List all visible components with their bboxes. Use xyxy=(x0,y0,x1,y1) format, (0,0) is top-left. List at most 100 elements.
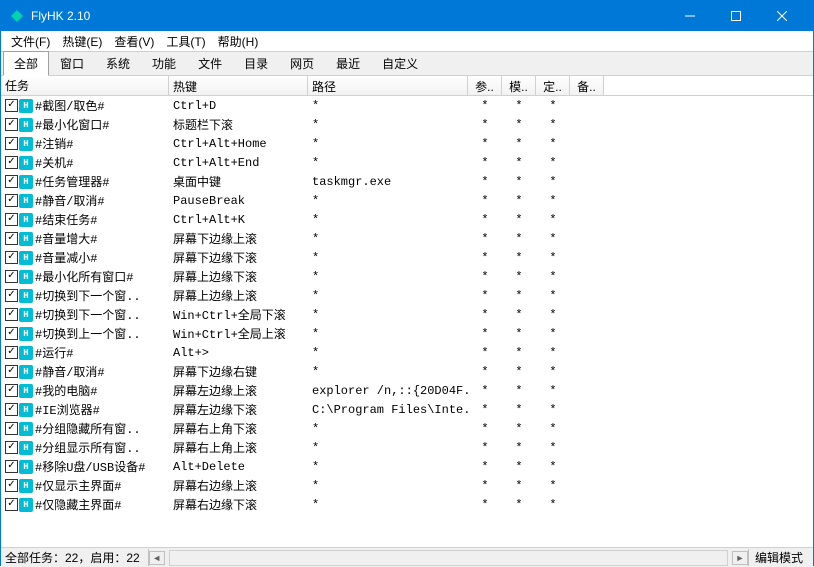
menu-item-1[interactable]: 热键(E) xyxy=(56,31,108,52)
cell-path: * xyxy=(308,194,468,208)
hotkey-icon xyxy=(19,479,33,493)
table-row[interactable]: #注销#Ctrl+Alt+Home**** xyxy=(1,134,813,153)
minimize-button[interactable] xyxy=(667,1,713,31)
task-label: #分组隐藏所有窗.. xyxy=(35,420,141,437)
column-hotkey[interactable]: 热键 xyxy=(169,76,308,95)
close-button[interactable] xyxy=(759,1,805,31)
cell-custom: * xyxy=(536,365,570,379)
table-row[interactable]: #结束任务#Ctrl+Alt+K**** xyxy=(1,210,813,229)
table-row[interactable]: #静音/取消#屏幕下边缘右键**** xyxy=(1,362,813,381)
titlebar[interactable]: FlyHK 2.10 xyxy=(1,1,813,31)
cell-param: * xyxy=(468,289,502,303)
table-row[interactable]: #最小化窗口#标题栏下滚**** xyxy=(1,115,813,134)
column-remark[interactable]: 备.. xyxy=(570,76,604,95)
checkbox-icon[interactable] xyxy=(5,232,18,245)
task-label: #音量减小# xyxy=(35,249,97,266)
checkbox-icon[interactable] xyxy=(5,441,18,454)
scroll-right-arrow[interactable]: ► xyxy=(732,551,748,565)
table-row[interactable]: #IE浏览器#屏幕左边缘下滚C:\Program Files\Inte..*** xyxy=(1,400,813,419)
table-row[interactable]: #音量增大#屏幕下边缘上滚**** xyxy=(1,229,813,248)
checkbox-icon[interactable] xyxy=(5,137,18,150)
cell-custom: * xyxy=(536,289,570,303)
tab-2[interactable]: 系统 xyxy=(95,51,141,76)
checkbox-icon[interactable] xyxy=(5,460,18,473)
checkbox-icon[interactable] xyxy=(5,479,18,492)
column-task[interactable]: 任务 xyxy=(1,76,169,95)
menu-item-4[interactable]: 帮助(H) xyxy=(212,31,265,52)
table-row[interactable]: #截图/取色#Ctrl+D**** xyxy=(1,96,813,115)
menu-item-0[interactable]: 文件(F) xyxy=(5,31,56,52)
cell-mode: * xyxy=(502,422,536,436)
table-row[interactable]: #分组隐藏所有窗..屏幕右上角下滚**** xyxy=(1,419,813,438)
cell-path: * xyxy=(308,365,468,379)
table-row[interactable]: #我的电脑#屏幕左边缘上滚explorer /n,::{20D04F..*** xyxy=(1,381,813,400)
tab-7[interactable]: 最近 xyxy=(325,51,371,76)
checkbox-icon[interactable] xyxy=(5,175,18,188)
hotkey-icon xyxy=(19,175,33,189)
menu-item-3[interactable]: 工具(T) xyxy=(160,31,211,52)
checkbox-icon[interactable] xyxy=(5,289,18,302)
tab-4[interactable]: 文件 xyxy=(187,51,233,76)
tab-6[interactable]: 网页 xyxy=(279,51,325,76)
table-row[interactable]: #仅显示主界面#屏幕右边缘上滚**** xyxy=(1,476,813,495)
checkbox-icon[interactable] xyxy=(5,99,18,112)
cell-mode: * xyxy=(502,270,536,284)
tab-0[interactable]: 全部 xyxy=(3,51,49,76)
column-path[interactable]: 路径 xyxy=(308,76,468,95)
table-row[interactable]: #静音/取消#PauseBreak**** xyxy=(1,191,813,210)
tab-5[interactable]: 目录 xyxy=(233,51,279,76)
table-row[interactable]: #分组显示所有窗..屏幕右上角上滚**** xyxy=(1,438,813,457)
column-custom[interactable]: 定.. xyxy=(536,76,570,95)
cell-path: * xyxy=(308,232,468,246)
cell-path: * xyxy=(308,441,468,455)
table-row[interactable]: #任务管理器#桌面中键taskmgr.exe*** xyxy=(1,172,813,191)
cell-mode: * xyxy=(502,118,536,132)
table-row[interactable]: #仅隐藏主界面#屏幕右边缘下滚**** xyxy=(1,495,813,514)
table-row[interactable]: #关机#Ctrl+Alt+End**** xyxy=(1,153,813,172)
checkbox-icon[interactable] xyxy=(5,270,18,283)
cell-custom: * xyxy=(536,118,570,132)
tab-8[interactable]: 自定义 xyxy=(371,51,429,76)
checkbox-icon[interactable] xyxy=(5,384,18,397)
status-text: 全部任务：22，启用：22 xyxy=(5,549,149,566)
table-row[interactable]: #最小化所有窗口#屏幕上边缘下滚**** xyxy=(1,267,813,286)
scroll-left-arrow[interactable]: ◄ xyxy=(149,551,165,565)
checkbox-icon[interactable] xyxy=(5,346,18,359)
task-label: #分组显示所有窗.. xyxy=(35,439,141,456)
cell-mode: * xyxy=(502,251,536,265)
checkbox-icon[interactable] xyxy=(5,403,18,416)
checkbox-icon[interactable] xyxy=(5,194,18,207)
maximize-button[interactable] xyxy=(713,1,759,31)
checkbox-icon[interactable] xyxy=(5,118,18,131)
table-row[interactable]: #移除U盘/USB设备#Alt+Delete**** xyxy=(1,457,813,476)
tab-1[interactable]: 窗口 xyxy=(49,51,95,76)
table-row[interactable]: #切换到上一个窗..Win+Ctrl+全局上滚**** xyxy=(1,324,813,343)
checkbox-icon[interactable] xyxy=(5,156,18,169)
tab-3[interactable]: 功能 xyxy=(141,51,187,76)
task-label: #切换到下一个窗.. xyxy=(35,306,141,323)
checkbox-icon[interactable] xyxy=(5,422,18,435)
table-body[interactable]: #截图/取色#Ctrl+D****#最小化窗口#标题栏下滚****#注销#Ctr… xyxy=(1,96,813,547)
horizontal-scrollbar[interactable] xyxy=(169,550,728,566)
checkbox-icon[interactable] xyxy=(5,498,18,511)
menu-item-2[interactable]: 查看(V) xyxy=(108,31,160,52)
checkbox-icon[interactable] xyxy=(5,251,18,264)
cell-custom: * xyxy=(536,479,570,493)
table-row[interactable]: #音量减小#屏幕下边缘下滚**** xyxy=(1,248,813,267)
checkbox-icon[interactable] xyxy=(5,365,18,378)
cell-custom: * xyxy=(536,99,570,113)
statusbar: 全部任务：22，启用：22 ◄ ► 编辑模式 xyxy=(1,547,813,567)
checkbox-icon[interactable] xyxy=(5,213,18,226)
column-param[interactable]: 参.. xyxy=(468,76,502,95)
hotkey-icon xyxy=(19,118,33,132)
table-row[interactable]: #切换到下一个窗..屏幕上边缘上滚**** xyxy=(1,286,813,305)
table-row[interactable]: #切换到下一个窗..Win+Ctrl+全局下滚**** xyxy=(1,305,813,324)
table-row[interactable]: #运行#Alt+>**** xyxy=(1,343,813,362)
task-label: #仅显示主界面# xyxy=(35,477,121,494)
checkbox-icon[interactable] xyxy=(5,308,18,321)
checkbox-icon[interactable] xyxy=(5,327,18,340)
column-mode[interactable]: 模.. xyxy=(502,76,536,95)
cell-mode: * xyxy=(502,213,536,227)
cell-hotkey: PauseBreak xyxy=(169,194,308,208)
edit-mode-label[interactable]: 编辑模式 xyxy=(748,549,809,566)
